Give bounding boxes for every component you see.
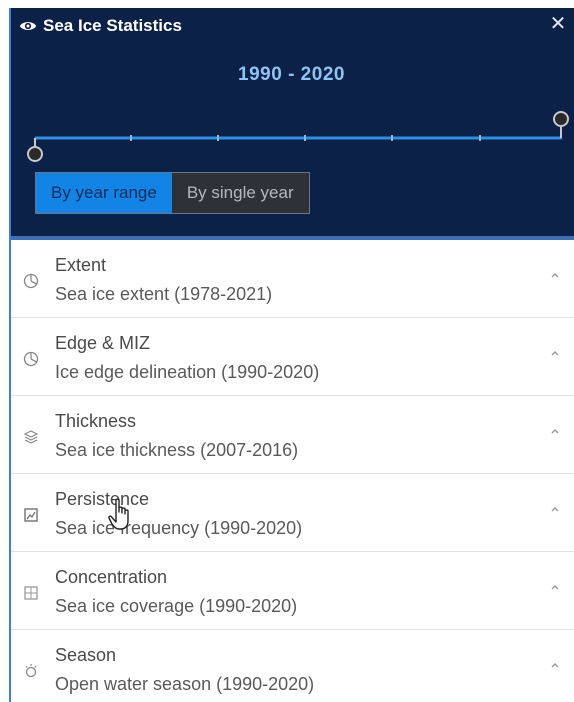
layers-icon [23, 430, 39, 444]
title-bar: Sea Ice Statistics [19, 16, 182, 36]
list-item-thickness[interactable]: Thickness Sea ice thickness (2007-2016) [9, 396, 574, 474]
chevron-up-icon [551, 429, 559, 434]
item-title: Concentration [55, 567, 168, 587]
list-item-concentration[interactable]: Concentration Sea ice coverage (1990-202… [9, 552, 574, 630]
panel-header: Sea Ice Statistics ✕ 1990 - 2020 By year… [9, 8, 574, 240]
year-mode-toggle: By year range By single year [35, 172, 310, 214]
grid-chart-icon [24, 586, 38, 600]
item-title: Persistence [55, 489, 150, 509]
list-item-edge-miz[interactable]: Edge & MIZ Ice edge delineation (1990-20… [9, 318, 574, 396]
sea-ice-statistics-panel: Sea Ice Statistics ✕ 1990 - 2020 By year… [9, 8, 574, 702]
hand-pointer-cursor-icon [108, 498, 129, 530]
pie-chart-icon [23, 273, 39, 289]
eye-icon [19, 22, 37, 30]
item-subtitle: Sea ice thickness (2007-2016) [55, 440, 299, 460]
by-single-year-button[interactable]: By single year [171, 173, 309, 213]
panel-left-border [9, 8, 11, 702]
chevron-up-icon [551, 351, 559, 356]
close-button[interactable]: ✕ [546, 12, 570, 36]
chevron-up-icon [551, 507, 559, 512]
item-subtitle: Sea ice frequency (1990-2020) [55, 518, 303, 538]
chevron-up-icon [551, 585, 559, 590]
pie-chart-icon [23, 351, 39, 367]
panel-title: Sea Ice Statistics [43, 16, 182, 35]
year-range-label: 1990 - 2020 [238, 64, 345, 85]
close-icon: ✕ [549, 13, 567, 35]
slider-start-handle[interactable] [27, 138, 43, 162]
grid-chart-icon [24, 508, 38, 522]
list-item-extent[interactable]: Extent Sea ice extent (1978-2021) [9, 240, 574, 318]
item-subtitle: Sea ice coverage (1990-2020) [55, 596, 298, 616]
chevron-up-icon [551, 663, 559, 668]
bulb-icon [25, 664, 37, 678]
item-title: Edge & MIZ [55, 333, 151, 353]
item-title: Extent [55, 255, 107, 275]
item-title: Season [55, 645, 117, 665]
item-subtitle: Open water season (1990-2020) [55, 674, 315, 694]
by-year-range-button[interactable]: By year range [36, 173, 172, 213]
item-subtitle: Sea ice extent (1978-2021) [55, 284, 273, 304]
item-title: Thickness [55, 411, 137, 431]
item-subtitle: Ice edge delineation (1990-2020) [55, 362, 320, 382]
chevron-up-icon [551, 273, 559, 278]
year-range-slider[interactable] [25, 104, 570, 164]
slider-end-handle[interactable] [553, 111, 569, 138]
statistics-list: Extent Sea ice extent (1978-2021) Edge &… [9, 240, 574, 702]
list-item-persistence[interactable]: Persistence Sea ice frequency (1990-2020… [9, 474, 574, 552]
list-item-season[interactable]: Season Open water season (1990-2020) [9, 630, 574, 702]
